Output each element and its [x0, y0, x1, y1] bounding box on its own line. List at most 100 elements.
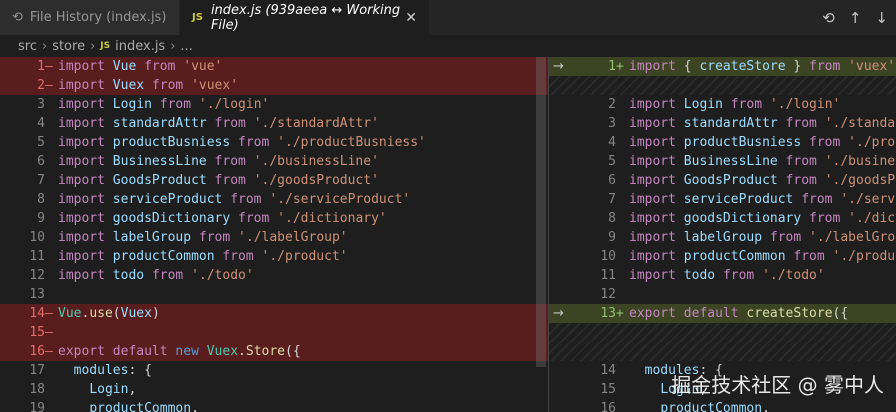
code-line[interactable]: 8 import goodsDictionary from './dictiona…	[549, 209, 896, 228]
line-number: 11	[600, 268, 616, 283]
previous-change-icon[interactable]: ↑	[849, 9, 862, 27]
code-text: import Login from './login'	[629, 97, 841, 112]
code-line[interactable]: 11 import productCommon from './product'	[0, 247, 548, 266]
breadcrumb-item[interactable]: ...	[180, 39, 192, 54]
code-line[interactable]: 2 import Login from './login'	[549, 95, 896, 114]
diff-marker: +	[616, 306, 624, 321]
line-number: 8	[37, 192, 45, 207]
code-text: import todo from './todo'	[58, 268, 254, 283]
next-change-icon[interactable]: ↓	[875, 9, 888, 27]
code-line[interactable]: → 1+ import { createStore } from 'vuex'	[549, 57, 896, 76]
code-line[interactable]: 5 import BusinessLine from './businessLin…	[549, 152, 896, 171]
code-text: Login,	[89, 382, 137, 397]
original-editor-pane[interactable]: 1— import Vue from 'vue' 2— import Vuex fro…	[0, 57, 548, 412]
revert-arrow-icon[interactable]: →	[553, 304, 564, 323]
line-number: 16	[29, 344, 45, 359]
tab-label: index.js (939aeea ↔ Working File)	[210, 2, 401, 33]
line-number: 3	[608, 116, 616, 131]
code-line[interactable]	[549, 76, 896, 95]
tab-file-history[interactable]: ⟲ File History (index.js)	[0, 0, 180, 35]
history-icon[interactable]: ⟲	[822, 9, 835, 27]
code-line[interactable]: 6 import BusinessLine from './businessLin…	[0, 152, 548, 171]
code-line[interactable]: 8 import serviceProduct from './servicePr…	[0, 190, 548, 209]
code-text: import labelGroup from './labelGroup'	[58, 230, 348, 245]
line-number: 17	[29, 363, 45, 378]
line-number: 11	[29, 249, 45, 264]
code-line[interactable]: 9 import labelGroup from './labelGroup'	[549, 228, 896, 247]
line-number: 2	[608, 97, 616, 112]
breadcrumb-item[interactable]: index.js	[115, 39, 165, 54]
breadcrumb-item[interactable]: store	[52, 39, 85, 54]
chevron-right-icon: ›	[41, 38, 48, 54]
line-number: 7	[608, 192, 616, 207]
code-line[interactable]: 12	[549, 285, 896, 304]
code-line[interactable]: → 13+ export default createStore({	[549, 304, 896, 323]
line-number: 10	[600, 249, 616, 264]
code-text: import standardAttr from './standardAttr…	[629, 116, 896, 131]
code-line[interactable]: 18 Login,	[0, 380, 548, 399]
code-line[interactable]	[549, 323, 896, 342]
code-line[interactable]: 5 import productBusniess from './productB…	[0, 133, 548, 152]
code-text: import { createStore } from 'vuex'	[629, 59, 896, 74]
line-number: 6	[608, 173, 616, 188]
line-number: 10	[29, 230, 45, 245]
code-line[interactable]	[549, 342, 896, 361]
modified-editor-pane[interactable]: → 1+ import { createStore } from 'vuex' 2 im…	[549, 57, 896, 412]
code-line[interactable]: 14— Vue.use(Vuex)	[0, 304, 548, 323]
line-number: 7	[37, 173, 45, 188]
line-number: 14	[600, 363, 616, 378]
chevron-right-icon: ›	[90, 38, 96, 54]
line-number: 2	[37, 78, 45, 93]
code-text: import BusinessLine from './businessLine…	[58, 154, 379, 169]
code-line[interactable]: 3 import Login from './login'	[0, 95, 548, 114]
code-line[interactable]: 15—	[0, 323, 548, 342]
code-text: import productBusniess from './productBu…	[629, 135, 896, 150]
code-text: import BusinessLine from './businessLine…	[629, 154, 896, 169]
code-line[interactable]: 19 productCommon,	[0, 399, 548, 412]
code-line[interactable]: 6 import GoodsProduct from './goodsProduc…	[549, 171, 896, 190]
tab-bar: ⟲ File History (index.js) JS index.js (9…	[0, 0, 896, 35]
code-line[interactable]: 1— import Vue from 'vue'	[0, 57, 548, 76]
line-number: 6	[37, 154, 45, 169]
code-line[interactable]: 9 import goodsDictionary from './dictiona…	[0, 209, 548, 228]
code-line[interactable]: 16 productCommon,	[549, 399, 896, 412]
scrollbar[interactable]	[536, 57, 546, 367]
tab-index-diff[interactable]: JS index.js (939aeea ↔ Working File) ✕	[180, 0, 429, 35]
code-line[interactable]: 7 import serviceProduct from './servicePr…	[549, 190, 896, 209]
line-number: 15	[600, 382, 616, 397]
code-line[interactable]: 17 modules: {	[0, 361, 548, 380]
line-number: 12	[29, 268, 45, 283]
code-line[interactable]: 4 import productBusniess from './productB…	[549, 133, 896, 152]
code-text: productCommon,	[89, 401, 199, 412]
line-number: 18	[29, 382, 45, 397]
code-line[interactable]: 11 import todo from './todo'	[549, 266, 896, 285]
line-number: 9	[37, 211, 45, 226]
close-icon[interactable]: ✕	[405, 10, 417, 26]
code-line[interactable]: 4 import standardAttr from './standardAtt…	[0, 114, 548, 133]
tab-label: File History (index.js)	[29, 10, 167, 25]
code-line[interactable]: 10 import productCommon from './product'	[549, 247, 896, 266]
code-line[interactable]: 2— import Vuex from 'vuex'	[0, 76, 548, 95]
code-line[interactable]: 12 import todo from './todo'	[0, 266, 548, 285]
diff-marker: —	[45, 59, 53, 74]
line-number: 4	[37, 116, 45, 131]
diff-marker: —	[45, 78, 53, 93]
line-number: 4	[608, 135, 616, 150]
code-line[interactable]: 13	[0, 285, 548, 304]
code-text: import goodsDictionary from './dictionar…	[629, 211, 896, 226]
code-line[interactable]: 3 import standardAttr from './standardAtt…	[549, 114, 896, 133]
code-line[interactable]: 7 import GoodsProduct from './goodsProduc…	[0, 171, 548, 190]
breadcrumb-item[interactable]: src	[18, 39, 37, 54]
diff-marker: —	[45, 325, 53, 340]
revert-arrow-icon[interactable]: →	[553, 57, 564, 76]
code-line[interactable]: 16— export default new Vuex.Store({	[0, 342, 548, 361]
code-text: export default new Vuex.Store({	[58, 344, 301, 359]
code-text: import Vue from 'vue'	[58, 59, 223, 74]
editor-actions: ⟲ ↑ ↓	[822, 0, 896, 35]
code-text: import Vuex from 'vuex'	[58, 78, 239, 93]
line-number: 5	[608, 154, 616, 169]
diff-marker: —	[45, 306, 53, 321]
code-line[interactable]: 10 import labelGroup from './labelGroup'	[0, 228, 548, 247]
code-text: import productCommon from './product'	[58, 249, 348, 264]
code-text: import GoodsProduct from './goodsProduct…	[58, 173, 379, 188]
